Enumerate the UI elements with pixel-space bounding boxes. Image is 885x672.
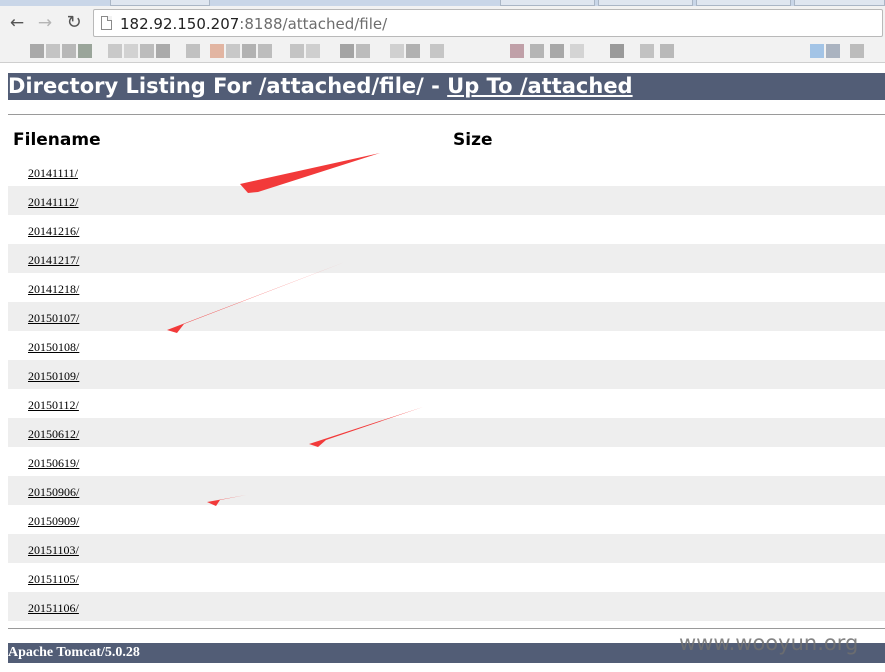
divider: [8, 114, 885, 115]
bookmark-favicon-icon[interactable]: [124, 44, 138, 58]
bookmark-favicon-icon[interactable]: [570, 44, 584, 58]
bookmarks-bar: [0, 41, 885, 63]
directory-link[interactable]: 20150107/: [28, 311, 79, 325]
bookmark-favicon-icon[interactable]: [156, 44, 170, 58]
table-row: 20151105/: [8, 563, 885, 592]
bookmark-favicon-icon[interactable]: [306, 44, 320, 58]
bookmark-favicon-icon[interactable]: [210, 44, 224, 58]
table-row: 20150909/: [8, 505, 885, 534]
directory-link[interactable]: 20151106/: [28, 601, 79, 615]
directory-link[interactable]: 20151105/: [28, 572, 79, 586]
bookmark-favicon-icon[interactable]: [108, 44, 122, 58]
table-row: 20150108/: [8, 331, 885, 360]
table-row: 20141217/: [8, 244, 885, 273]
directory-link[interactable]: 20150612/: [28, 427, 79, 441]
bookmark-favicon-icon[interactable]: [290, 44, 304, 58]
directory-link[interactable]: 20141112/: [28, 195, 78, 209]
directory-link[interactable]: 20141111/: [28, 166, 78, 180]
bookmark-favicon-icon[interactable]: [530, 44, 544, 58]
address-bar[interactable]: 182.92.150.207:8188/attached/file/: [93, 9, 883, 37]
directory-link[interactable]: 20150619/: [28, 456, 79, 470]
directory-link[interactable]: 20150112/: [28, 398, 79, 412]
table-row: 20150619/: [8, 447, 885, 476]
table-row: 20141216/: [8, 215, 885, 244]
table-row: 20141112/: [8, 186, 885, 215]
table-row: 20150906/: [8, 476, 885, 505]
column-header-size: Size: [453, 130, 493, 150]
back-arrow-icon[interactable]: ←: [6, 13, 28, 33]
bookmark-favicon-icon[interactable]: [850, 44, 864, 58]
bookmark-favicon-icon[interactable]: [242, 44, 256, 58]
bookmark-favicon-icon[interactable]: [62, 44, 76, 58]
bookmark-favicon-icon[interactable]: [640, 44, 654, 58]
bookmark-favicon-icon[interactable]: [30, 44, 44, 58]
page-icon: [101, 16, 112, 30]
divider: [8, 628, 885, 629]
directory-link[interactable]: 20150109/: [28, 369, 79, 383]
bookmark-favicon-icon[interactable]: [510, 44, 524, 58]
column-header-filename: Filename: [13, 130, 101, 150]
bookmark-favicon-icon[interactable]: [826, 44, 840, 58]
directory-link[interactable]: 20150906/: [28, 485, 79, 499]
table-row: 20150107/: [8, 302, 885, 331]
bookmark-favicon-icon[interactable]: [340, 44, 354, 58]
bookmark-favicon-icon[interactable]: [186, 44, 200, 58]
directory-link[interactable]: 20150909/: [28, 514, 79, 528]
table-row: 20150612/: [8, 418, 885, 447]
bookmark-favicon-icon[interactable]: [430, 44, 444, 58]
bookmark-favicon-icon[interactable]: [140, 44, 154, 58]
url-host: 182.92.150.207: [120, 15, 240, 33]
bookmark-favicon-icon[interactable]: [46, 44, 60, 58]
directory-link[interactable]: 20141216/: [28, 224, 79, 238]
directory-link[interactable]: 20141218/: [28, 282, 79, 296]
forward-arrow-icon[interactable]: →: [34, 13, 56, 33]
bookmark-favicon-icon[interactable]: [660, 44, 674, 58]
table-row: 20150112/: [8, 389, 885, 418]
bookmark-favicon-icon[interactable]: [356, 44, 370, 58]
directory-listing: 20141111/20141112/20141216/20141217/2014…: [8, 157, 885, 621]
directory-link[interactable]: 20150108/: [28, 340, 79, 354]
bookmark-favicon-icon[interactable]: [406, 44, 420, 58]
bookmark-favicon-icon[interactable]: [226, 44, 240, 58]
url-port-path: :8188/attached/file/: [239, 15, 388, 33]
bookmark-favicon-icon[interactable]: [78, 44, 92, 58]
table-row: 20141111/: [8, 157, 885, 186]
table-row: 20151103/: [8, 534, 885, 563]
table-row: 20151106/: [8, 592, 885, 621]
bookmark-favicon-icon[interactable]: [258, 44, 272, 58]
address-url[interactable]: 182.92.150.207:8188/attached/file/: [120, 15, 387, 33]
table-row: 20141218/: [8, 273, 885, 302]
reload-icon[interactable]: ↻: [63, 13, 85, 33]
bookmark-favicon-icon[interactable]: [550, 44, 564, 58]
browser-toolbar: ← → ↻ 182.92.150.207:8188/attached/file/: [0, 6, 885, 41]
up-to-parent-link[interactable]: Up To /attached: [447, 74, 632, 98]
directory-link[interactable]: 20141217/: [28, 253, 79, 267]
page-title-text: Directory Listing For /attached/file/ -: [8, 74, 448, 98]
page-title: Directory Listing For /attached/file/ - …: [8, 73, 885, 100]
directory-link[interactable]: 20151103/: [28, 543, 79, 557]
table-row: 20150109/: [8, 360, 885, 389]
bookmark-favicon-icon[interactable]: [810, 44, 824, 58]
bookmark-favicon-icon[interactable]: [390, 44, 404, 58]
watermark: www.wooyun.org: [679, 631, 859, 655]
bookmark-favicon-icon[interactable]: [610, 44, 624, 58]
